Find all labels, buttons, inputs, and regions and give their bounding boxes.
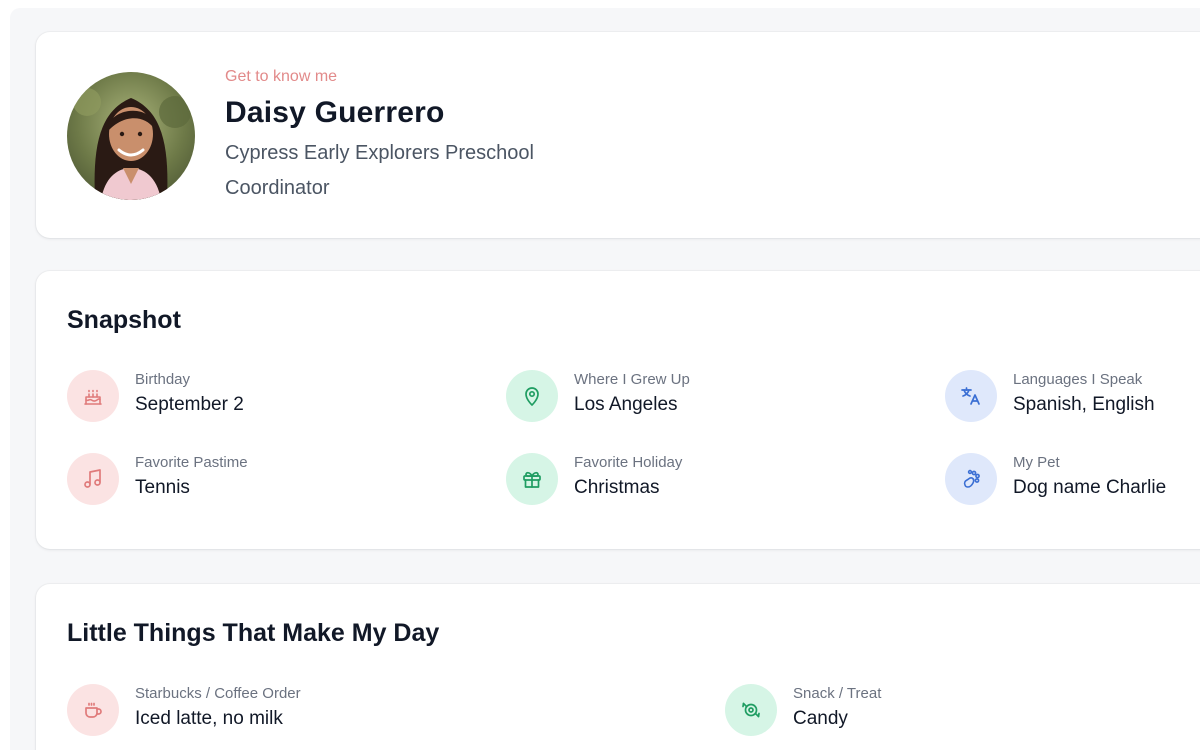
item-value: Tennis: [135, 477, 190, 498]
item-label: Favorite Holiday: [574, 454, 683, 471]
item-value: September 2: [135, 394, 244, 415]
item-value: Christmas: [574, 477, 660, 498]
item-label: Where I Grew Up: [574, 371, 690, 388]
profile-card: Get to know me Daisy Guerrero Cypress Ea…: [36, 32, 1200, 238]
role-title: Coordinator: [225, 177, 330, 199]
item-label: Starbucks / Coffee Order: [135, 685, 301, 702]
translate-icon: [945, 370, 997, 422]
map-pin-icon: [506, 370, 558, 422]
person-name: Daisy Guerrero: [225, 96, 445, 129]
eyebrow-label: Get to know me: [225, 68, 338, 85]
item-value: Candy: [793, 708, 848, 729]
section-title-little-things: Little Things That Make My Day: [67, 619, 440, 647]
cake-icon: [67, 370, 119, 422]
item-label: My Pet: [1013, 454, 1060, 471]
item-value: Spanish, English: [1013, 394, 1155, 415]
item-value: Los Angeles: [574, 394, 678, 415]
item-label: Languages I Speak: [1013, 371, 1143, 388]
snapshot-card: Snapshot Birthday September 2 Where I Gr…: [36, 271, 1200, 549]
school-name: Cypress Early Explorers Preschool: [225, 142, 534, 164]
music-note-icon: [67, 453, 119, 505]
item-label: Snack / Treat: [793, 685, 882, 702]
section-title-snapshot: Snapshot: [67, 306, 181, 334]
candy-icon: [725, 684, 777, 736]
paw-icon: [945, 453, 997, 505]
gift-icon: [506, 453, 558, 505]
item-label: Birthday: [135, 371, 191, 388]
page-canvas: Get to know me Daisy Guerrero Cypress Ea…: [10, 8, 1200, 750]
coffee-icon: [67, 684, 119, 736]
item-label: Favorite Pastime: [135, 454, 248, 471]
avatar: [67, 72, 195, 200]
little-things-card: Little Things That Make My Day Starbucks…: [36, 584, 1200, 750]
item-value: Dog name Charlie: [1013, 477, 1167, 498]
item-value: Iced latte, no milk: [135, 708, 283, 729]
